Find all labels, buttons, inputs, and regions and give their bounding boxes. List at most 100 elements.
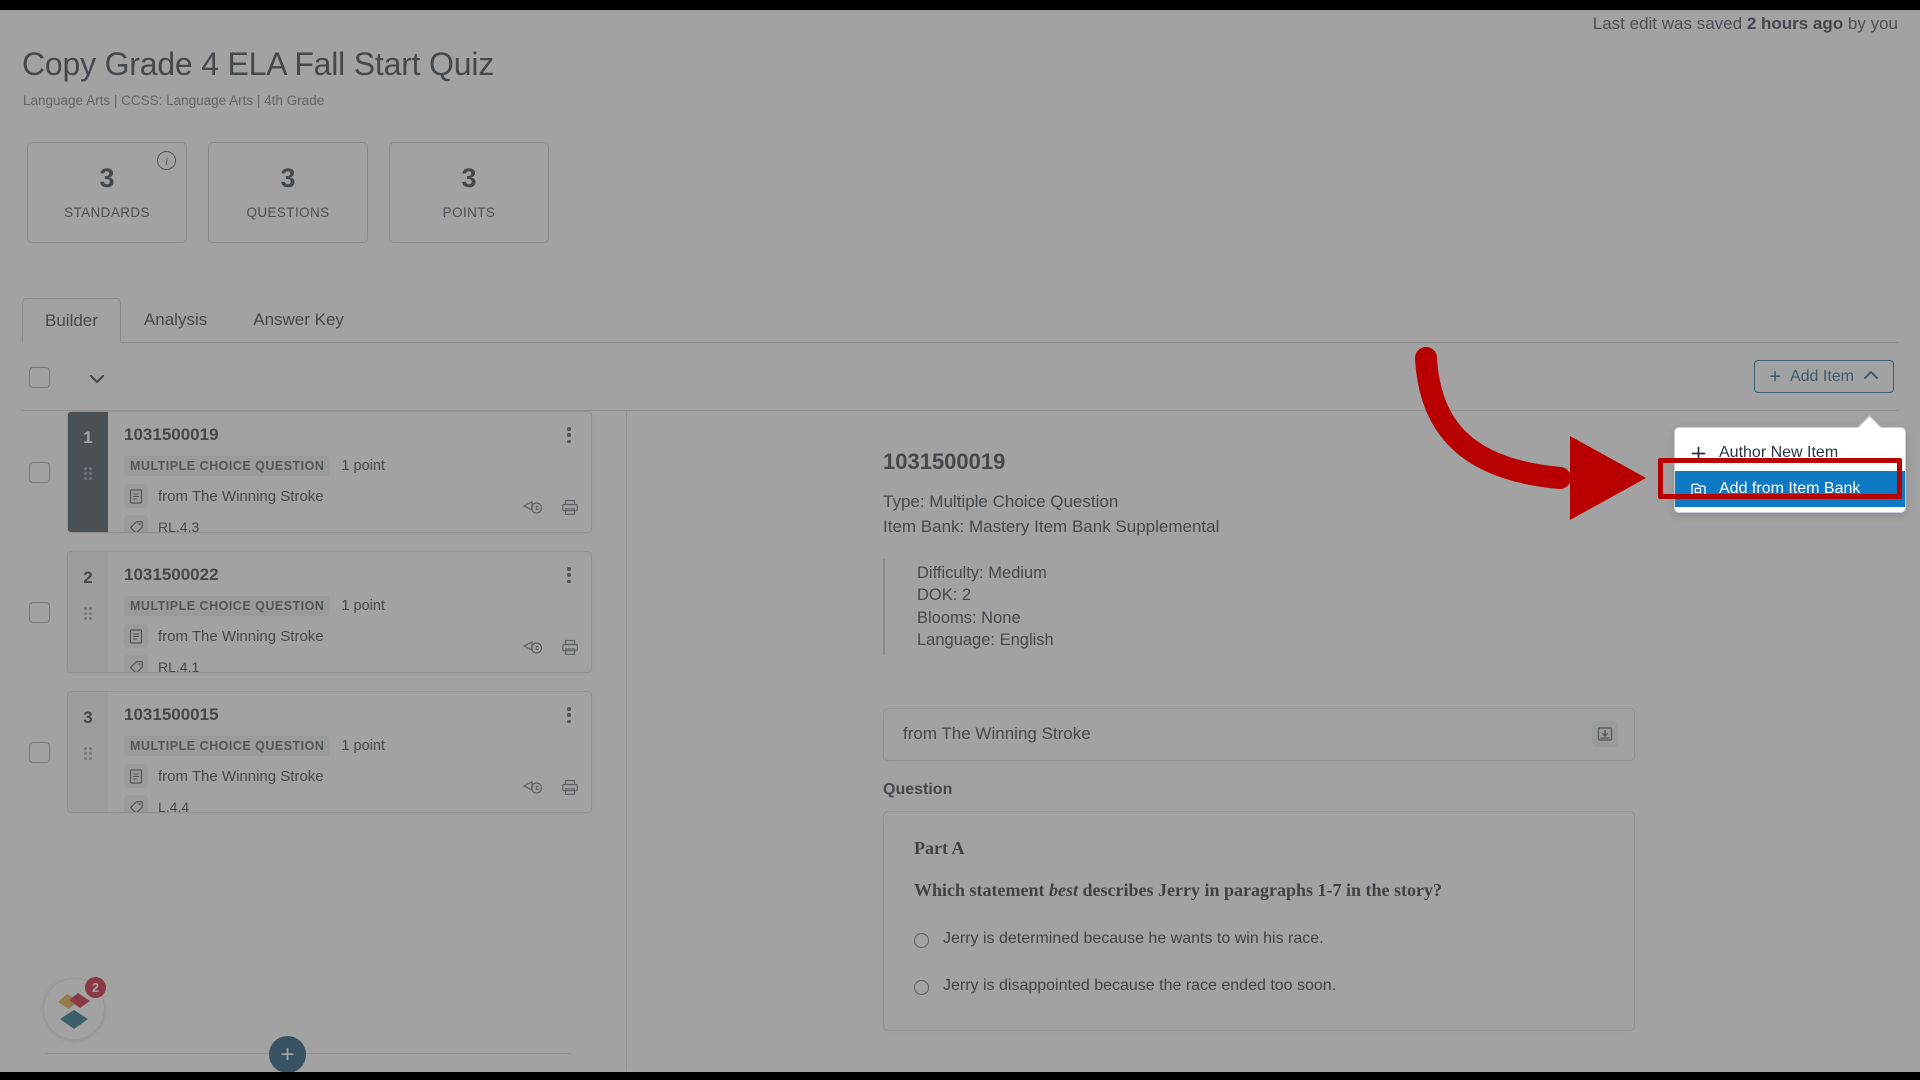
tab-builder[interactable]: Builder bbox=[22, 298, 121, 343]
item-standard: L.4.4 bbox=[158, 799, 190, 813]
last-saved-status: Last edit was saved 2 hours ago by you bbox=[1593, 14, 1898, 34]
stat-card-points[interactable]: 3 POINTS bbox=[389, 142, 549, 243]
drag-handle-icon[interactable] bbox=[83, 606, 94, 621]
scan-tag-icon[interactable] bbox=[522, 780, 543, 800]
print-icon[interactable] bbox=[561, 639, 579, 661]
item-meta: MULTIPLE CHOICE QUESTION 1 point bbox=[124, 456, 577, 476]
list-toolbar: + Add Item bbox=[22, 343, 1898, 411]
stat-label: STANDARDS bbox=[64, 205, 150, 220]
item-id: 1031500022 bbox=[124, 565, 219, 584]
scan-tag-icon[interactable] bbox=[522, 500, 543, 520]
add-item-button[interactable]: + Add Item bbox=[1754, 360, 1894, 393]
document-icon bbox=[124, 764, 148, 788]
card-rail: 1 bbox=[68, 412, 108, 532]
chevron-down-icon[interactable] bbox=[87, 369, 107, 389]
item-id: 1031500019 bbox=[124, 425, 219, 444]
card-body: 1031500015 MULTIPLE CHOICE QUESTION 1 po… bbox=[108, 692, 591, 812]
menu-item-author-new-item[interactable]: Author New Item bbox=[1675, 435, 1905, 471]
item-source: from The Winning Stroke bbox=[158, 767, 324, 785]
card-actions bbox=[522, 639, 579, 661]
item-checkbox[interactable] bbox=[29, 602, 50, 623]
item-points: 1 point bbox=[341, 598, 385, 614]
item-meta: MULTIPLE CHOICE QUESTION 1 point bbox=[124, 596, 577, 616]
option-text: Jerry is disappointed because the race e… bbox=[943, 976, 1337, 994]
item-standard-row: RL.4.1 bbox=[124, 655, 577, 672]
item-menu-icon[interactable] bbox=[561, 425, 577, 445]
item-list-pane: 1 1031500019 MULTIPLE CHOICE QUESTION 1 … bbox=[22, 411, 627, 1071]
question-panel: Part A Which statement best describes Je… bbox=[883, 810, 1635, 1031]
item-checkbox[interactable] bbox=[29, 462, 50, 483]
radio-icon[interactable] bbox=[914, 932, 929, 948]
stat-value: 3 bbox=[461, 163, 477, 193]
item-points: 1 point bbox=[341, 738, 385, 754]
item-card-1031500022[interactable]: 2 1031500022 MULTIPLE CHOICE QUESTION 1 … bbox=[67, 551, 592, 673]
drag-handle-icon[interactable] bbox=[83, 466, 94, 481]
list-item: 3 1031500015 MULTIPLE CHOICE QUESTION 1 … bbox=[22, 691, 626, 813]
stem-after: describes Jerry in paragraphs 1-7 in the… bbox=[1077, 879, 1442, 900]
menu-item-add-from-item-bank[interactable]: Add from Item Bank bbox=[1675, 471, 1905, 507]
menu-item-label: Author New Item bbox=[1719, 444, 1839, 461]
stat-card-questions[interactable]: 3 QUESTIONS bbox=[208, 142, 368, 243]
info-icon[interactable]: i bbox=[157, 151, 176, 170]
print-icon[interactable] bbox=[561, 779, 579, 801]
select-all-checkbox[interactable] bbox=[29, 367, 50, 388]
scan-tag-icon[interactable] bbox=[522, 640, 543, 660]
breadcrumb: Language Arts | CCSS: Language Arts | 4t… bbox=[23, 93, 325, 108]
item-source-row: from The Winning Stroke bbox=[124, 764, 577, 788]
item-bank-icon bbox=[1688, 481, 1708, 498]
item-source: from The Winning Stroke bbox=[158, 487, 324, 505]
item-standard: RL.4.3 bbox=[158, 519, 200, 533]
card-rail: 2 bbox=[68, 552, 108, 672]
item-type-badge: MULTIPLE CHOICE QUESTION bbox=[124, 596, 331, 616]
detail-language: Language: English bbox=[917, 631, 1054, 650]
item-standard-row: L.4.4 bbox=[124, 795, 577, 813]
question-stem: Which statement best describes Jerry in … bbox=[914, 880, 1604, 901]
drag-handle-icon[interactable] bbox=[83, 746, 94, 761]
list-item: 2 1031500022 MULTIPLE CHOICE QUESTION 1 … bbox=[22, 551, 626, 673]
item-menu-icon[interactable] bbox=[561, 565, 577, 585]
item-standard-row: RL.4.3 bbox=[124, 515, 577, 533]
stat-card-standards[interactable]: i 3 STANDARDS bbox=[27, 142, 187, 243]
option-text: Jerry is determined because he wants to … bbox=[943, 929, 1324, 947]
item-number: 2 bbox=[83, 568, 93, 587]
answer-option-2[interactable]: Jerry is disappointed because the race e… bbox=[914, 977, 1604, 995]
radio-icon[interactable] bbox=[914, 979, 929, 995]
saved-time: 2 hours ago bbox=[1746, 14, 1844, 33]
stats-row: i 3 STANDARDS 3 QUESTIONS 3 POINTS bbox=[27, 142, 549, 243]
passage-panel[interactable]: from The Winning Stroke bbox=[883, 707, 1635, 761]
item-source-row: from The Winning Stroke bbox=[124, 624, 577, 648]
tag-icon bbox=[124, 515, 148, 532]
detail-attributes: Difficulty: Medium DOK: 2 Blooms: None L… bbox=[883, 559, 1898, 655]
collapse-down-icon[interactable] bbox=[1592, 721, 1618, 748]
question-part-label: Part A bbox=[914, 837, 965, 858]
saved-suffix: by you bbox=[1847, 14, 1898, 33]
stem-before: Which statement bbox=[914, 879, 1049, 900]
passage-title: from The Winning Stroke bbox=[903, 724, 1091, 744]
card-actions bbox=[522, 499, 579, 521]
plus-icon: + bbox=[1769, 365, 1781, 388]
add-item-fab[interactable]: + bbox=[269, 1036, 306, 1072]
help-widget[interactable]: 2 bbox=[43, 977, 106, 1040]
detail-blooms: Blooms: None bbox=[917, 608, 1021, 627]
item-points: 1 point bbox=[341, 458, 385, 474]
stat-value: 3 bbox=[280, 163, 296, 193]
stat-label: QUESTIONS bbox=[246, 205, 330, 220]
item-number: 3 bbox=[83, 708, 93, 727]
list-divider bbox=[45, 1053, 570, 1054]
item-number: 1 bbox=[83, 428, 93, 447]
tab-analysis[interactable]: Analysis bbox=[121, 298, 230, 342]
item-source: from The Winning Stroke bbox=[158, 627, 324, 645]
item-meta: MULTIPLE CHOICE QUESTION 1 point bbox=[124, 736, 577, 756]
add-item-dropdown-menu: Author New Item Add from Item Bank bbox=[1674, 427, 1906, 513]
card-rail: 3 bbox=[68, 692, 108, 812]
tab-answer-key[interactable]: Answer Key bbox=[230, 298, 367, 342]
answer-option-1[interactable]: Jerry is determined because he wants to … bbox=[914, 930, 1604, 948]
item-card-1031500015[interactable]: 3 1031500015 MULTIPLE CHOICE QUESTION 1 … bbox=[67, 691, 592, 813]
item-type-badge: MULTIPLE CHOICE QUESTION bbox=[124, 456, 331, 476]
print-icon[interactable] bbox=[561, 499, 579, 521]
tag-icon bbox=[124, 795, 148, 812]
item-card-1031500019[interactable]: 1 1031500019 MULTIPLE CHOICE QUESTION 1 … bbox=[67, 411, 592, 533]
item-menu-icon[interactable] bbox=[561, 705, 577, 725]
notification-badge: 2 bbox=[85, 977, 106, 998]
item-checkbox[interactable] bbox=[29, 742, 50, 763]
